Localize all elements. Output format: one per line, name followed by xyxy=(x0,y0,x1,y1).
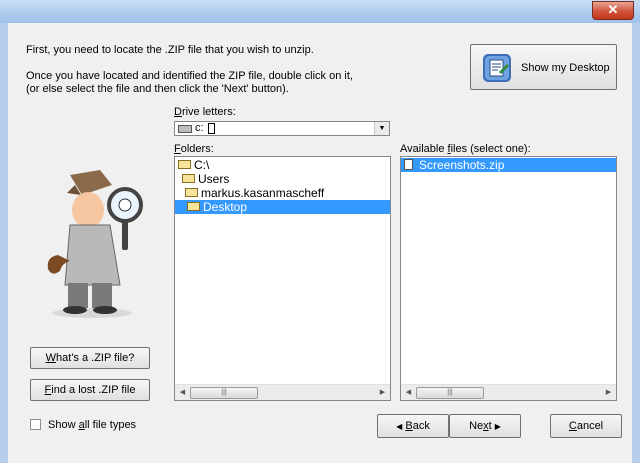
folder-open-icon xyxy=(178,160,191,169)
drive-icon xyxy=(178,125,192,133)
detective-illustration xyxy=(47,170,143,318)
horizontal-scrollbar[interactable]: ◀ ||| ▶ xyxy=(175,384,390,400)
scroll-thumb[interactable]: ||| xyxy=(190,387,258,399)
scroll-right-icon[interactable]: ▶ xyxy=(601,385,616,400)
folders-label: Folders: xyxy=(174,143,214,155)
list-item[interactable]: markus.kasanmascheff xyxy=(175,186,390,200)
drive-value: c: xyxy=(195,122,204,134)
scroll-left-icon[interactable]: ◀ xyxy=(401,385,416,400)
text-cursor xyxy=(207,122,215,134)
drive-select[interactable]: c: ▼ xyxy=(174,121,390,136)
cancel-button[interactable]: Cancel xyxy=(550,414,622,438)
chevron-left-icon: ◀ xyxy=(396,422,403,431)
files-list[interactable]: Screenshots.zip ◀ ||| ▶ xyxy=(400,156,617,401)
show-desktop-label: Show my Desktop xyxy=(521,62,610,74)
intro-line-2: Once you have located and identified the… xyxy=(26,70,353,82)
close-button[interactable]: ✕ xyxy=(592,1,634,20)
drive-letters-label: Drive letters: xyxy=(174,106,236,118)
intro-line-1: First, you need to locate the .ZIP file … xyxy=(26,44,314,56)
list-item[interactable]: Users xyxy=(175,172,390,186)
show-all-file-types-label: Show all file types xyxy=(48,419,137,431)
folder-open-icon xyxy=(187,202,200,211)
available-files-label: Available files (select one): xyxy=(400,143,531,155)
desktop-icon xyxy=(483,54,511,82)
chevron-down-icon[interactable]: ▼ xyxy=(374,122,389,135)
folder-open-icon xyxy=(185,188,198,197)
chevron-right-icon: ▶ xyxy=(494,422,501,431)
show-all-file-types-checkbox[interactable] xyxy=(30,419,41,430)
document-icon xyxy=(404,159,413,170)
horizontal-scrollbar[interactable]: ◀ ||| ▶ xyxy=(401,384,616,400)
list-item-selected[interactable]: Screenshots.zip xyxy=(401,158,616,172)
scroll-left-icon[interactable]: ◀ xyxy=(175,385,190,400)
close-icon: ✕ xyxy=(607,2,619,17)
scroll-thumb[interactable]: ||| xyxy=(416,387,484,399)
title-bar: ✕ xyxy=(0,0,640,24)
list-item-selected[interactable]: Desktop xyxy=(175,200,390,214)
folder-open-icon xyxy=(182,174,195,183)
find-lost-zip-button[interactable]: Find a lost .ZIP file xyxy=(30,379,150,401)
intro-line-3: (or else select the file and then click … xyxy=(26,83,289,95)
next-button[interactable]: Next ▶ xyxy=(449,414,521,438)
show-desktop-button[interactable]: Show my Desktop xyxy=(470,44,617,90)
list-item[interactable]: C:\ xyxy=(175,158,390,172)
scroll-right-icon[interactable]: ▶ xyxy=(375,385,390,400)
back-button[interactable]: ◀ Back xyxy=(377,414,449,438)
whats-a-zip-button[interactable]: What's a .ZIP file? xyxy=(30,347,150,369)
folders-list[interactable]: C:\ Users markus.kasanmascheff Desktop ◀… xyxy=(174,156,391,401)
